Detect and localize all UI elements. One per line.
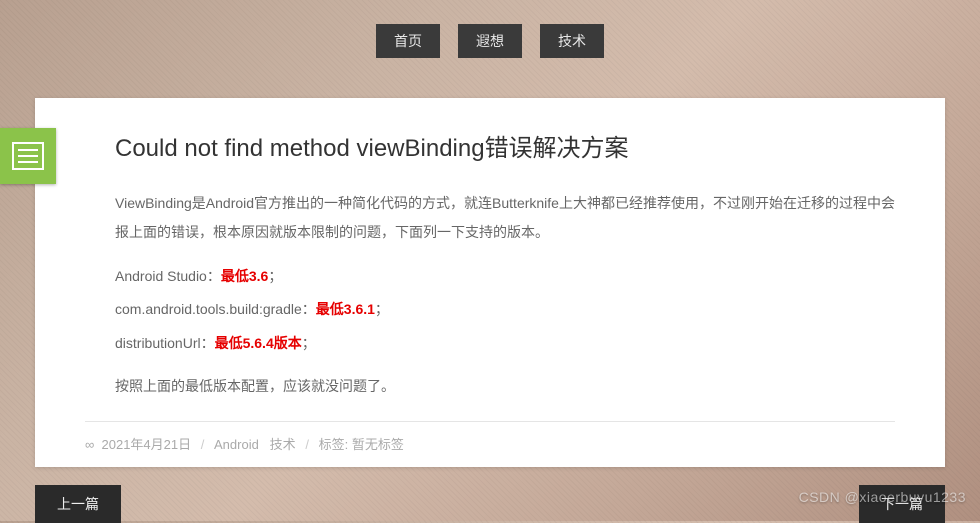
req-label: distributionUrl： — [115, 335, 215, 351]
article-outro: 按照上面的最低版本配置，应该就没问题了。 — [115, 372, 895, 401]
req-value: 最低5.6.4版本 — [215, 335, 302, 351]
meta-tags-value: 暂无标签 — [352, 437, 404, 452]
prev-post-button[interactable]: 上一篇 — [35, 485, 121, 523]
watermark: CSDN @xiaoerbuyu1233 — [799, 489, 966, 505]
meta-category[interactable]: 技术 — [270, 437, 296, 452]
req-label: com.android.tools.build:gradle： — [115, 301, 316, 317]
permalink-icon[interactable]: ∞ — [85, 437, 94, 452]
req-tail: ； — [302, 335, 316, 351]
requirement-line: Android Studio：最低3.6； — [115, 262, 895, 291]
top-nav: 首页 遐想 技术 — [0, 0, 980, 58]
req-value: 最低3.6.1 — [316, 301, 375, 317]
meta-separator: / — [305, 437, 309, 452]
list-icon — [0, 128, 56, 184]
article-card: Could not find method viewBinding错误解决方案 … — [35, 98, 945, 467]
meta-date: 2021年4月21日 — [102, 437, 192, 452]
article-intro: ViewBinding是Android官方推出的一种简化代码的方式，就连Butt… — [115, 189, 895, 248]
req-tail: ； — [375, 301, 389, 317]
article-body: ViewBinding是Android官方推出的一种简化代码的方式，就连Butt… — [115, 189, 895, 401]
article-meta: ∞ 2021年4月21日 / Android 技术 / 标签: 暂无标签 — [85, 421, 895, 467]
article-title: Could not find method viewBinding错误解决方案 — [115, 128, 895, 163]
meta-category[interactable]: Android — [214, 437, 259, 452]
requirement-line: distributionUrl：最低5.6.4版本； — [115, 329, 895, 358]
nav-thoughts[interactable]: 遐想 — [458, 24, 522, 58]
meta-tags-label: 标签: — [319, 437, 349, 452]
meta-separator: / — [201, 437, 205, 452]
nav-tech[interactable]: 技术 — [540, 24, 604, 58]
req-value: 最低3.6 — [221, 268, 268, 284]
req-label: Android Studio： — [115, 268, 221, 284]
nav-home[interactable]: 首页 — [376, 24, 440, 58]
req-tail: ； — [268, 268, 282, 284]
requirement-line: com.android.tools.build:gradle：最低3.6.1； — [115, 295, 895, 324]
